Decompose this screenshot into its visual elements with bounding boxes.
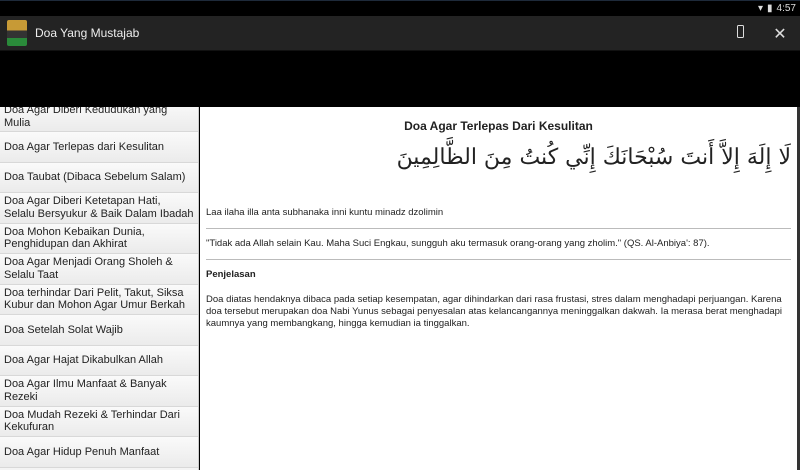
list-item[interactable]: Doa Agar Hidup Penuh Manfaat xyxy=(0,437,198,468)
doa-list[interactable]: Doa Agar Diberi Kedudukan yang Mulia Doa… xyxy=(0,107,199,470)
list-item[interactable]: Doa Setelah Solat Wajib xyxy=(0,315,198,346)
translation-text: "Tidak ada Allah selain Kau. Maha Suci E… xyxy=(206,238,710,249)
list-item[interactable]: Doa Agar Hajat Dikabulkan Allah xyxy=(0,345,198,376)
app-title: Doa Yang Mustajab xyxy=(35,26,140,40)
status-bar: ▾ ▮ 4:57 xyxy=(0,0,800,16)
doa-detail: Doa Agar Terlepas Dari Kesulitan لَا إِل… xyxy=(200,107,797,470)
action-bar: Doa Yang Mustajab ✕ xyxy=(0,16,800,51)
battery-icon: ▮ xyxy=(767,3,773,14)
list-item[interactable]: Doa Agar Terlepas dari Kesulitan xyxy=(0,132,198,163)
explanation-text: Doa diatas hendaknya dibaca pada setiap … xyxy=(206,294,783,329)
list-item[interactable]: Doa Agar Ilmu Manfaat & Banyak Rezeki xyxy=(0,376,198,407)
list-item[interactable]: Doa Mudah Rezeki & Terhindar Dari Kekufu… xyxy=(0,406,198,437)
divider xyxy=(206,259,791,260)
phone-mode-button[interactable] xyxy=(720,24,760,43)
close-icon: ✕ xyxy=(773,25,787,43)
explanation-heading: Penjelasan xyxy=(206,269,256,280)
arabic-text: لَا إِلَهَ إِلاَّ أَنتَ سُبْحَانَكَ إِنِ… xyxy=(396,145,791,170)
list-item[interactable]: Doa terhindar Dari Pelit, Takut, Siksa K… xyxy=(0,284,198,315)
latin-text: Laa ilaha illa anta subhanaka inni kuntu… xyxy=(206,207,444,218)
close-button[interactable]: ✕ xyxy=(760,24,800,44)
list-item[interactable]: Doa Agar Diberi Kedudukan yang Mulia xyxy=(0,107,198,132)
list-item[interactable]: Doa Taubat (Dibaca Sebelum Salam) xyxy=(0,162,198,193)
list-item[interactable]: Doa Agar Menjadi Orang Sholeh & Selalu T… xyxy=(0,254,198,285)
divider xyxy=(206,228,791,229)
app-logo-icon xyxy=(7,20,27,46)
wifi-icon: ▾ xyxy=(757,3,764,14)
list-item[interactable]: Doa Mohon Kebaikan Dunia, Penghidupan da… xyxy=(0,223,198,254)
doa-title: Doa Agar Terlepas Dari Kesulitan xyxy=(404,119,593,133)
clock: 4:57 xyxy=(776,3,796,14)
phone-icon xyxy=(736,24,744,38)
list-item[interactable]: Doa Agar Diberi Ketetapan Hati, Selalu B… xyxy=(0,193,198,224)
